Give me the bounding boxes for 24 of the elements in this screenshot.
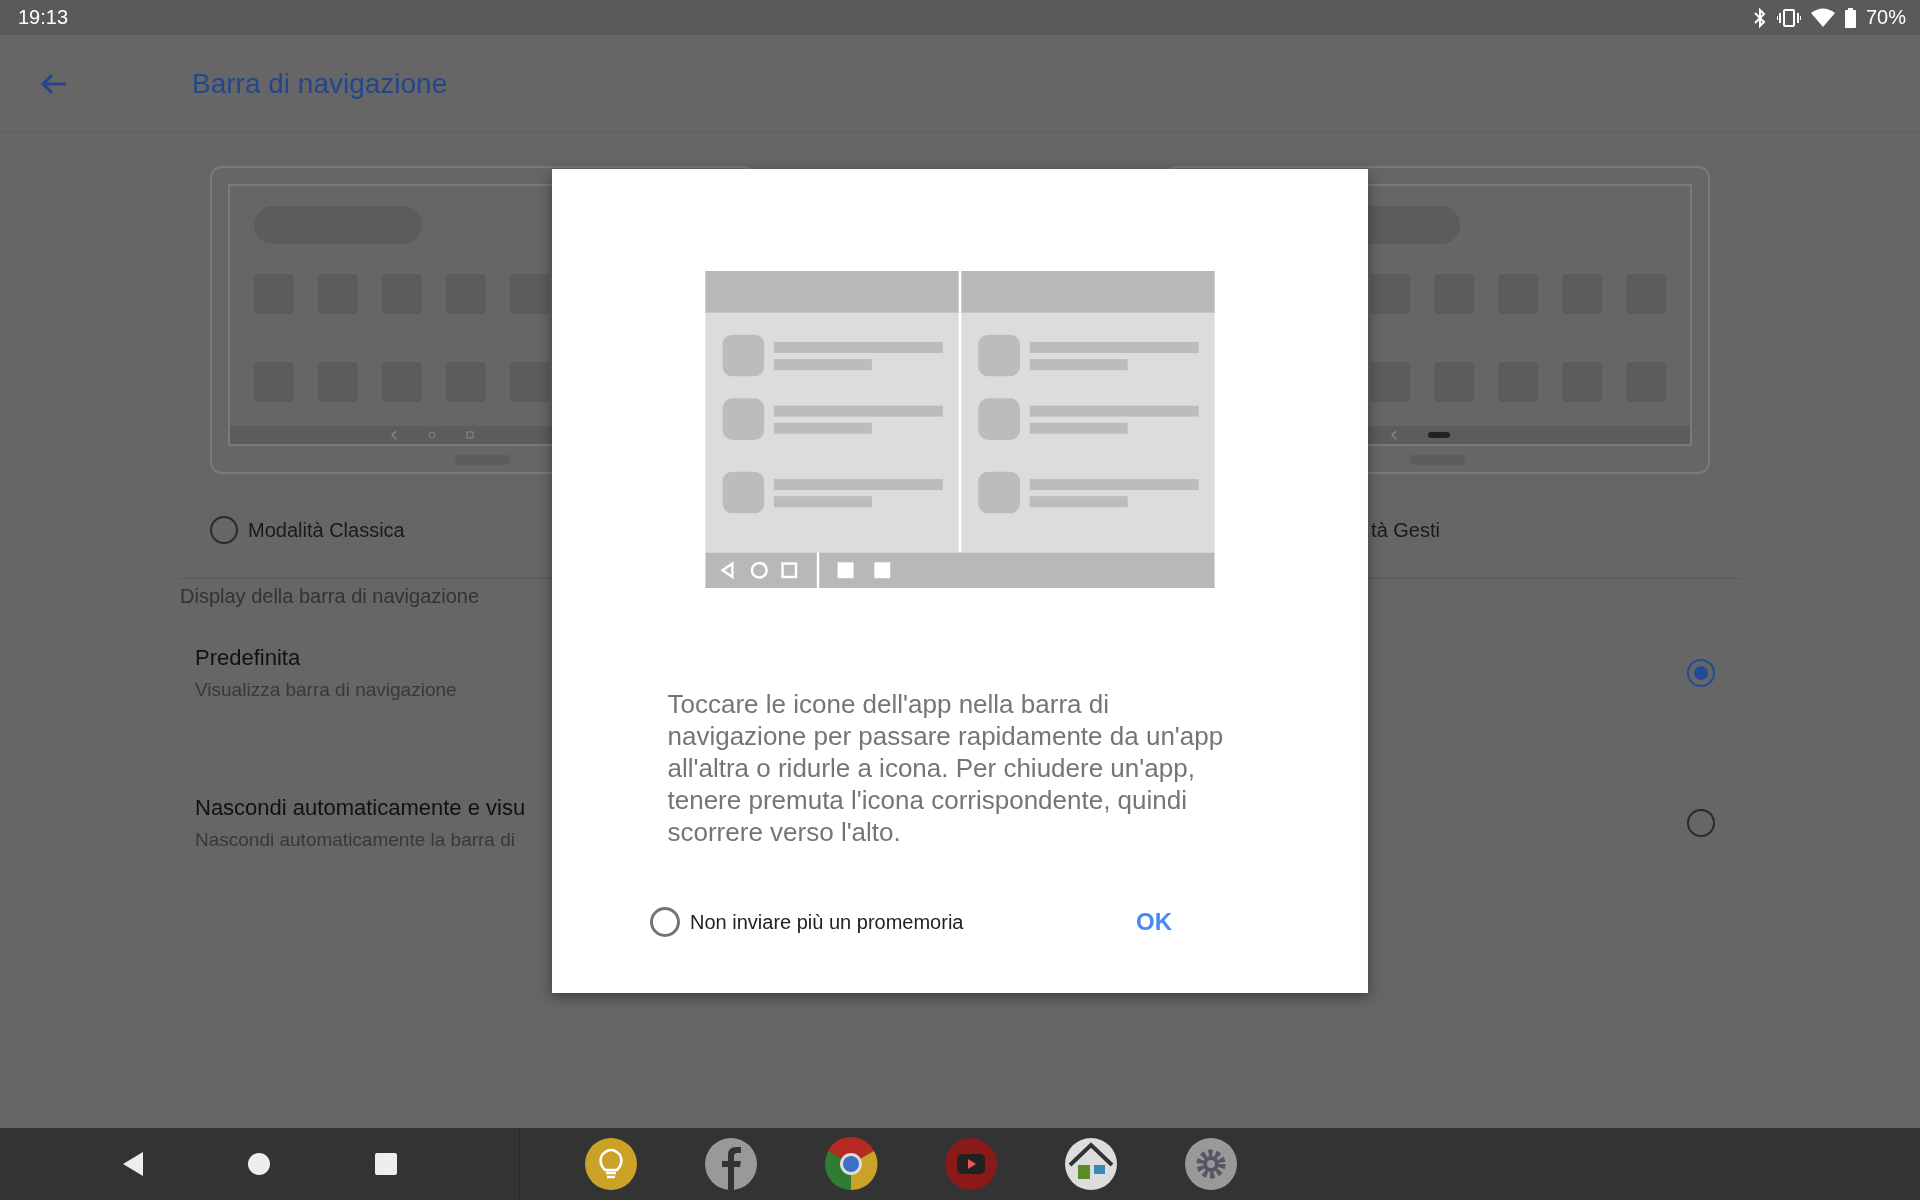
settings-app-icon[interactable] (1184, 1137, 1238, 1191)
page-title: Barra di navigazione (192, 67, 448, 100)
option-title: Predefinita (195, 645, 302, 671)
back-icon[interactable] (121, 1151, 146, 1177)
wifi-icon (1810, 7, 1835, 28)
dialog-message: Toccare le icone dell'app nella barra di navigazione per passare rapidamente da un'app all'altra o ridurle a icona. Per chiudere un'app, tenere premuta l'icona corrispondente, quindi scorrere verso l'alto. (667, 688, 1225, 848)
vibrate-icon (1776, 7, 1801, 28)
recents-icon[interactable] (373, 1152, 398, 1176)
battery-percentage: 70% (1865, 6, 1906, 29)
radio-button[interactable] (210, 516, 238, 544)
chrome-app-icon[interactable] (824, 1137, 878, 1191)
clock-time: 19:13 (18, 6, 69, 29)
bluetooth-icon (1752, 7, 1767, 28)
radio-button[interactable] (1687, 809, 1715, 837)
dont-remind-checkbox[interactable]: Non inviare più un promemoria (650, 907, 964, 937)
mode-label: tà Gesti (1371, 518, 1440, 542)
battery-icon (1844, 7, 1856, 28)
option-title: Nascondi automaticamente e visu (195, 795, 526, 821)
home-icon[interactable] (247, 1152, 272, 1176)
lightbulb-app-icon[interactable] (584, 1137, 638, 1191)
facebook-app-icon[interactable] (704, 1137, 758, 1191)
radio-button[interactable] (1687, 659, 1715, 687)
mode-label: Modalità Classica (248, 518, 405, 542)
house-app-icon[interactable] (1064, 1137, 1118, 1191)
